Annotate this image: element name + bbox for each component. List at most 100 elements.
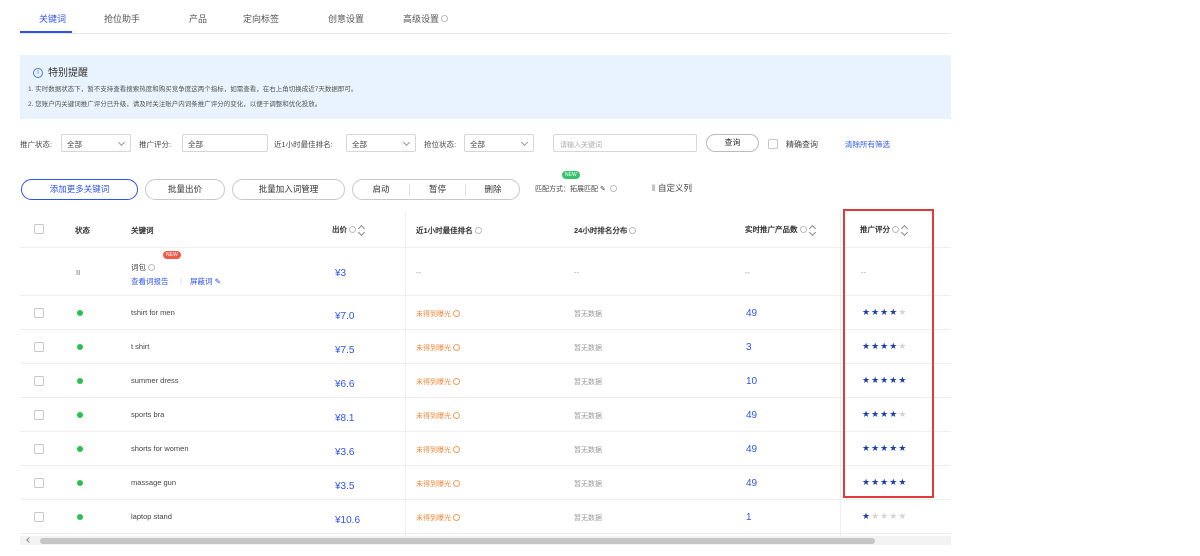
best-rank-text: 未得到曝光 (416, 447, 451, 454)
keyword-text: summer dress (131, 376, 179, 385)
package-bid[interactable]: ¥3 (335, 268, 346, 279)
add-more-keywords-button[interactable]: 添加更多关键词 (21, 179, 138, 200)
keyword-text: massage gun (131, 478, 177, 487)
score-filter-input[interactable]: 全部 (182, 134, 268, 152)
bid-value[interactable]: ¥6.6 (335, 379, 354, 390)
bid-value[interactable]: ¥7.0 (335, 311, 354, 322)
best-rank-value: 未得到曝光 (416, 445, 460, 455)
view-report-link[interactable]: 查看词报告 (131, 276, 169, 287)
pause-button[interactable]: 暂停 (410, 180, 465, 199)
help-icon[interactable] (629, 226, 637, 234)
row-checkbox[interactable] (34, 376, 44, 386)
chevron-left-icon[interactable] (26, 537, 32, 543)
sort-icon[interactable] (810, 225, 816, 235)
help-icon[interactable] (453, 309, 460, 317)
clear-filters-link[interactable]: 清除所有筛选 (845, 139, 890, 150)
bid-value[interactable]: ¥8.1 (335, 413, 354, 424)
row-checkbox[interactable] (34, 308, 44, 318)
row-checkbox[interactable] (34, 512, 44, 522)
row-checkbox[interactable] (34, 410, 44, 420)
keyword-search-input[interactable]: 请输入关键词 (553, 134, 697, 152)
horizontal-scrollbar[interactable] (20, 536, 951, 545)
info-icon: i (33, 68, 43, 79)
tab-products[interactable]: 产品 (189, 12, 207, 25)
help-icon[interactable] (349, 225, 356, 233)
help-icon[interactable] (441, 15, 449, 23)
tab-creative-settings[interactable]: 创意设置 (328, 12, 364, 25)
rank-dist-value: 暂无数据 (574, 413, 602, 420)
product-count-value[interactable]: 49 (746, 444, 757, 455)
tab-advanced-settings[interactable]: 高级设置 (403, 12, 449, 25)
columns-icon: ⫴ (652, 183, 656, 193)
rank-filter-value: 全部 (352, 140, 367, 149)
product-count-value[interactable]: 49 (746, 410, 757, 421)
help-icon[interactable] (453, 411, 460, 419)
best-rank-text: 未得到曝光 (416, 481, 451, 488)
row-checkbox[interactable] (34, 478, 44, 488)
rank-filter-select[interactable]: 全部 (346, 134, 416, 152)
rank-dist-value: 暂无数据 (574, 447, 602, 454)
bid-value[interactable]: ¥3.6 (335, 447, 354, 458)
help-icon[interactable] (453, 445, 460, 453)
tab-bid-assistant[interactable]: 抢位助手 (104, 12, 140, 25)
pencil-icon[interactable]: ✎ (215, 277, 221, 286)
bid-status-filter-select[interactable]: 全部 (464, 134, 534, 152)
table-row: t shirt ¥7.5 未得到曝光 暂无数据 3 ★★★★★ (20, 330, 951, 364)
blocked-words-link[interactable]: 屏蔽词 ✎ (190, 276, 221, 287)
help-icon[interactable] (453, 513, 460, 521)
best-rank-text: 未得到曝光 (416, 311, 451, 318)
batch-add-manage-button[interactable]: 批量加入词管理 (232, 179, 345, 200)
help-icon[interactable] (453, 377, 460, 385)
chevron-down-icon (520, 138, 529, 147)
product-count-value[interactable]: 1 (746, 512, 752, 523)
delete-button[interactable]: 删除 (466, 180, 520, 199)
help-icon[interactable] (453, 343, 460, 351)
custom-columns-label: 自定义列 (657, 183, 692, 193)
row-checkbox[interactable] (34, 444, 44, 454)
best-rank-value: 未得到曝光 (416, 309, 460, 319)
best-rank-value: 未得到曝光 (416, 377, 460, 387)
help-icon[interactable] (453, 479, 460, 487)
rank-dist-value: 暂无数据 (574, 311, 602, 318)
header-product-count-label: 实时推广产品数 (745, 225, 798, 234)
help-icon[interactable] (148, 263, 155, 271)
status-filter-select[interactable]: 全部 (61, 134, 131, 152)
chevron-down-icon (117, 138, 126, 147)
custom-columns-button[interactable]: ⫴ 自定义列 (652, 182, 692, 194)
query-button[interactable]: 查询 (706, 134, 759, 152)
header-bid[interactable]: 出价 (332, 224, 365, 235)
pencil-icon[interactable]: ✎ (600, 186, 606, 193)
batch-bid-button[interactable]: 批量出价 (145, 179, 225, 200)
header-keyword: 关键词 (131, 226, 154, 235)
exact-query-checkbox[interactable] (768, 139, 778, 149)
select-all-checkbox[interactable] (34, 224, 44, 234)
score-column-highlight (843, 209, 934, 498)
match-type: 匹配方式：拓展匹配 ✎ (535, 184, 617, 194)
keyword-package-row: II 词包 NEW 查看词报告 | 屏蔽词 ✎ ¥3 -- -- -- -- (20, 248, 951, 296)
row-checkbox[interactable] (34, 342, 44, 352)
help-icon[interactable] (474, 226, 482, 234)
notice-title-text: 特别提醒 (48, 68, 88, 79)
scrollbar-thumb[interactable] (40, 538, 875, 544)
tab-targeting-tags[interactable]: 定向标签 (243, 12, 279, 25)
product-count-value[interactable]: 49 (746, 308, 757, 319)
bid-value[interactable]: ¥10.6 (335, 515, 360, 526)
new-badge: NEW (163, 251, 181, 259)
rank-dist-value: 暂无数据 (574, 481, 602, 488)
keyword-text: sports bra (131, 410, 165, 419)
sort-icon[interactable] (359, 225, 365, 235)
bid-value[interactable]: ¥3.5 (335, 481, 354, 492)
tab-keywords[interactable]: 关键词 (39, 12, 66, 25)
match-type-value: 拓展匹配 (570, 186, 598, 193)
table-row: laptop stand ¥10.6 未得到曝光 暂无数据 1 ★★★★★ (20, 500, 951, 534)
bid-value[interactable]: ¥7.5 (335, 345, 354, 356)
start-button[interactable]: 启动 (353, 180, 409, 199)
header-product-count[interactable]: 实时推广产品数 (745, 224, 816, 235)
keyword-text: shorts for women (131, 444, 189, 453)
keyword-table: 状态 关键词 出价 近1小时最佳排名 24小时排名分布 实时推广产品数 推广评分… (20, 211, 951, 536)
product-count-value[interactable]: 10 (746, 376, 757, 387)
product-count-value[interactable]: 49 (746, 478, 757, 489)
product-count-value[interactable]: 3 (746, 342, 752, 353)
help-icon[interactable] (799, 225, 807, 233)
help-icon[interactable] (609, 184, 617, 192)
